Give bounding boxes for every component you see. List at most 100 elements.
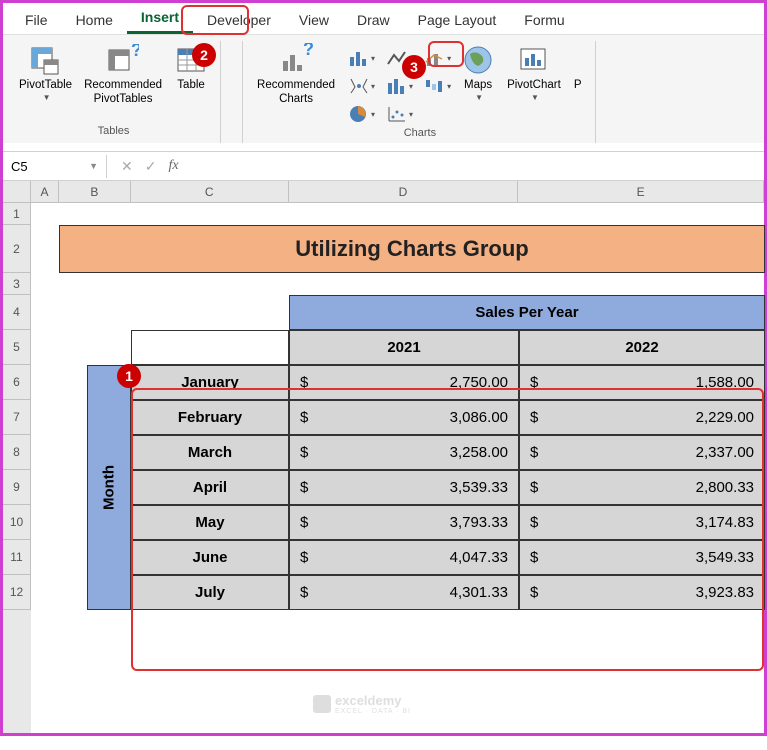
tab-home[interactable]: Home [62, 6, 127, 34]
group-illustrations [223, 41, 243, 143]
svg-text:?: ? [303, 43, 313, 59]
month-cell[interactable]: May [131, 505, 289, 540]
column-chart-icon [349, 49, 369, 67]
table-row: June$4,047.33$3,549.33 [87, 540, 765, 575]
row-header[interactable]: 4 [3, 295, 31, 330]
cancel-icon[interactable]: ✕ [121, 158, 133, 175]
chevron-down-icon: ▼ [89, 161, 98, 171]
line-chart-button[interactable]: ▾ [385, 47, 415, 69]
month-cell[interactable]: March [131, 435, 289, 470]
tab-formulas[interactable]: Formu [510, 6, 578, 34]
table-row: January$2,750.00$1,588.00 [87, 365, 765, 400]
col-header-E[interactable]: E [518, 181, 764, 202]
row-header[interactable]: 12 [3, 575, 31, 610]
table-row: May$3,793.33$3,174.83 [87, 505, 765, 540]
month-cell[interactable]: June [131, 540, 289, 575]
value-cell[interactable]: $3,549.33 [519, 540, 765, 575]
row-header[interactable]: 1 [3, 203, 31, 225]
tab-developer[interactable]: Developer [193, 6, 285, 34]
value-cell[interactable]: $2,229.00 [519, 400, 765, 435]
value-cell[interactable]: $3,258.00 [289, 435, 519, 470]
row-header[interactable]: 2 [3, 225, 31, 273]
value-cell[interactable]: $2,337.00 [519, 435, 765, 470]
table-row: July$4,301.33$3,923.83 [87, 575, 765, 610]
col-header-C[interactable]: C [131, 181, 289, 202]
pivot-chart-label: PivotChart [507, 79, 561, 93]
row-header[interactable]: 7 [3, 400, 31, 435]
value-cell[interactable]: $3,086.00 [289, 400, 519, 435]
row-header[interactable]: 9 [3, 470, 31, 505]
value-cell[interactable]: $3,539.33 [289, 470, 519, 505]
pivot-chart-button[interactable]: PivotChart ▼ [503, 41, 565, 104]
table-button[interactable]: Table [170, 41, 212, 95]
tab-file[interactable]: File [11, 6, 62, 34]
recommended-pivot-button[interactable]: ? Recommended PivotTables [80, 41, 166, 109]
recommended-charts-button[interactable]: ? Recommended Charts [253, 41, 339, 109]
group-tables: PivotTable ▼ ? Recommended PivotTables T… [7, 41, 221, 143]
col-header-A[interactable]: A [31, 181, 59, 202]
name-box[interactable]: C5 ▼ [3, 155, 107, 178]
combo-chart-icon [425, 49, 445, 67]
pivot-table-button[interactable]: PivotTable ▼ [15, 41, 76, 104]
col-header-D[interactable]: D [289, 181, 519, 202]
tab-view[interactable]: View [285, 6, 343, 34]
row-header[interactable]: 8 [3, 435, 31, 470]
spreadsheet-grid: A B C D E 1 2 3 4 5 6 7 8 9 10 11 12 Uti… [3, 181, 764, 733]
year-2022-header[interactable]: 2022 [519, 330, 765, 365]
enter-icon[interactable]: ✓ [145, 158, 157, 175]
pie-chart-button[interactable]: ▾ [347, 103, 377, 125]
row-header[interactable]: 6 [3, 365, 31, 400]
tab-page-layout[interactable]: Page Layout [404, 6, 511, 34]
year-2021-header[interactable]: 2021 [289, 330, 519, 365]
name-box-value: C5 [11, 159, 28, 174]
row-header[interactable]: 3 [3, 273, 31, 295]
formula-input[interactable] [193, 152, 764, 180]
maps-icon [461, 43, 495, 77]
value-cell[interactable]: $2,750.00 [289, 365, 519, 400]
table-row: April$3,539.33$2,800.33 [87, 470, 765, 505]
waterfall-chart-button[interactable]: ▾ [423, 75, 453, 97]
column-chart-button[interactable]: ▾ [347, 47, 377, 69]
maps-button[interactable]: Maps ▼ [457, 41, 499, 104]
row-header[interactable]: 10 [3, 505, 31, 540]
value-cell[interactable]: $1,588.00 [519, 365, 765, 400]
recommended-pivot-icon: ? [106, 43, 140, 77]
month-cell[interactable]: July [131, 575, 289, 610]
value-cell[interactable]: $4,301.33 [289, 575, 519, 610]
month-cell[interactable]: April [131, 470, 289, 505]
title-cell[interactable]: Utilizing Charts Group [59, 225, 765, 273]
pivot-chart-icon [517, 43, 551, 77]
row-header[interactable]: 5 [3, 330, 31, 365]
month-header[interactable]: Month [87, 365, 131, 610]
stat-chart-button[interactable]: ▾ [385, 75, 415, 97]
svg-text:?: ? [131, 44, 139, 60]
fx-icon[interactable]: fx [168, 158, 178, 174]
sales-per-year-header[interactable]: Sales Per Year [289, 295, 765, 330]
value-cell[interactable]: $2,800.33 [519, 470, 765, 505]
xy-chart-button[interactable]: ▾ [385, 103, 415, 125]
group-charts: ? Recommended Charts ▾ ▾ ▾ ▾ ▾ ▾ ▾ ▾ Map… [245, 41, 596, 143]
p-partial[interactable]: P [569, 41, 587, 95]
pie-chart-icon [349, 105, 369, 123]
month-cell[interactable]: January [131, 365, 289, 400]
combo-chart-button[interactable]: ▾ [423, 47, 453, 69]
scatter-chart-button[interactable]: ▾ [347, 75, 377, 97]
value-cell[interactable]: $4,047.33 [289, 540, 519, 575]
value-cell[interactable]: $3,174.83 [519, 505, 765, 540]
chevron-down-icon: ▼ [43, 93, 51, 103]
cells-area[interactable]: Utilizing Charts Group Sales Per Year 20… [31, 203, 764, 733]
tab-draw[interactable]: Draw [343, 6, 404, 34]
chart-mini-grid: ▾ ▾ ▾ ▾ ▾ ▾ ▾ ▾ [347, 41, 453, 125]
hierarchy-chart-icon [349, 77, 369, 95]
tab-insert[interactable]: Insert [127, 3, 193, 34]
maps-label: Maps [464, 79, 492, 93]
row-header[interactable]: 11 [3, 540, 31, 575]
value-cell[interactable]: $3,793.33 [289, 505, 519, 540]
col-header-B[interactable]: B [59, 181, 131, 202]
data-table: Sales Per Year 2021 2022 January$2,750.0… [87, 295, 765, 610]
pivot-table-label: PivotTable [19, 79, 72, 93]
select-all-corner[interactable] [3, 181, 31, 202]
value-cell[interactable]: $3,923.83 [519, 575, 765, 610]
line-chart-icon [387, 49, 407, 67]
month-cell[interactable]: February [131, 400, 289, 435]
